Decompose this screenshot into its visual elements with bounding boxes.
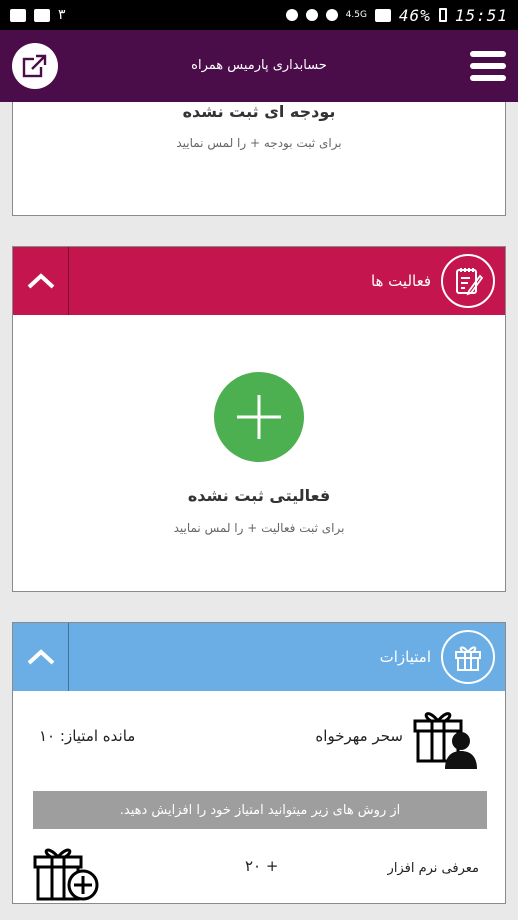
- status-right: 4.5G 46% 15:51: [285, 5, 508, 25]
- plus-icon: [237, 395, 281, 439]
- app-bar: حسابداری پارمیس همراه: [0, 30, 518, 102]
- chevron-up-icon: [27, 649, 54, 665]
- referral-method-row[interactable]: + ۲۰ معرفی نرم افزار: [13, 837, 505, 903]
- signal-icon: [374, 8, 391, 22]
- gift-icon-svg: [455, 646, 481, 671]
- battery-icon: [438, 8, 447, 22]
- points-card: امتیازات سحر مهرخواه مانده امتیاز: ۱۰ از…: [12, 622, 506, 904]
- share-button[interactable]: [12, 43, 58, 89]
- activities-empty-title: فعالیتی ثبت نشده: [187, 486, 331, 505]
- menu-button[interactable]: [470, 51, 506, 81]
- activities-hint: برای ثبت فعالیت + را لمس نمایید: [173, 521, 345, 535]
- remaining-points: مانده امتیاز: ۱۰: [39, 727, 136, 745]
- menu-icon: [470, 51, 506, 57]
- notepad-icon-svg: [456, 268, 484, 296]
- gift-user-icon: [413, 705, 479, 775]
- activities-card: فعالیت ها فعالیتی ثبت نشده برای ثبت فعال…: [12, 246, 506, 592]
- menu-icon-bar: [470, 75, 506, 81]
- budget-empty-title: بودجه ای ثبت نشده: [182, 102, 336, 121]
- add-activity-button[interactable]: [214, 372, 304, 462]
- network-type: 4.5G: [345, 10, 367, 20]
- activities-header-body: فعالیت ها: [69, 247, 505, 315]
- menu-icon-bar: [470, 63, 506, 69]
- battery-percent: 46%: [398, 5, 431, 25]
- notepad-icon: [441, 254, 495, 308]
- budget-hint: برای ثبت بودجه + را لمس نمایید: [176, 136, 342, 150]
- user-name: سحر مهرخواه: [315, 727, 403, 745]
- alarm-icon: [285, 9, 298, 21]
- status-left: ۳: [10, 7, 66, 23]
- gift-user-icon-svg: [413, 712, 477, 769]
- points-banner: از روش های زیر میتوانید امتیاز خود را اف…: [33, 791, 487, 829]
- budget-card: بودجه ای ثبت نشده برای ثبت بودجه + را لم…: [12, 102, 506, 216]
- gift-add-icon-svg: [33, 848, 99, 901]
- status-bar: ۳ 4.5G 46% 15:51: [0, 0, 518, 30]
- message-icon: [10, 8, 26, 22]
- gift-add-icon: [33, 845, 101, 905]
- clock: 15:51: [454, 5, 508, 25]
- activities-collapse-button[interactable]: [13, 247, 69, 315]
- points-header-body: امتیازات: [69, 623, 505, 691]
- app-title: حسابداری پارمیس همراه: [191, 58, 327, 73]
- chevron-up-icon: [27, 273, 54, 289]
- user-row: سحر مهرخواه مانده امتیاز: ۱۰: [13, 691, 505, 787]
- points-collapse-button[interactable]: [13, 623, 69, 691]
- points-header: امتیازات: [13, 623, 505, 691]
- activities-header: فعالیت ها: [13, 247, 505, 315]
- globe-icon: [325, 9, 338, 21]
- gift-icon: [441, 630, 495, 684]
- image-icon: [34, 8, 50, 22]
- activities-title: فعالیت ها: [370, 272, 431, 290]
- points-title: امتیازات: [379, 648, 431, 666]
- referral-points: + ۲۰: [245, 857, 279, 875]
- referral-label: معرفی نرم افزار: [387, 861, 479, 876]
- notification-count: ۳: [58, 7, 66, 23]
- mute-icon: [305, 9, 318, 21]
- share-icon: [22, 54, 47, 78]
